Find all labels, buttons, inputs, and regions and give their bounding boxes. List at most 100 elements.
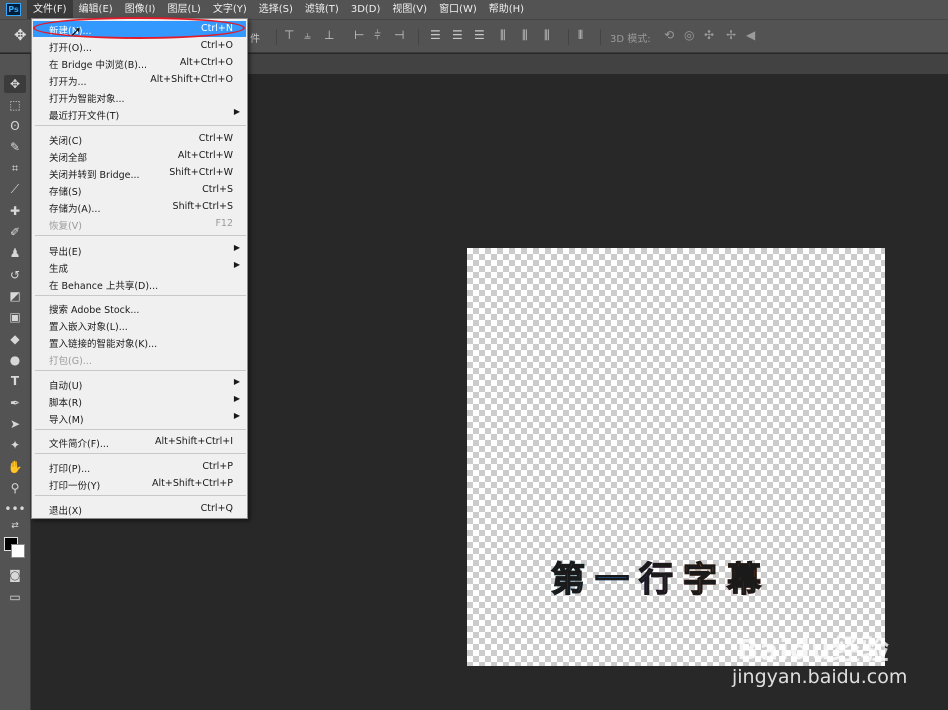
divider xyxy=(418,29,419,45)
menu-item-open-smart-object[interactable]: 打开为智能对象... xyxy=(33,89,246,105)
history-brush-icon[interactable]: ↺ xyxy=(4,266,26,284)
menu-item-revert: 恢复(V) F12 xyxy=(49,218,233,232)
crop-icon[interactable]: ⌗ xyxy=(4,159,26,177)
slide-3d-icon[interactable]: ✢ xyxy=(726,28,736,42)
menu-item-close-all[interactable]: 关闭全部 Alt+Ctrl+W xyxy=(33,148,246,164)
submenu-arrow-icon: ▶ xyxy=(233,243,240,252)
distribute-hcenter-icon[interactable]: ⫼ xyxy=(522,28,528,43)
menu-separator xyxy=(35,370,246,371)
marquee-icon[interactable]: ⬚ xyxy=(4,96,26,114)
menu-item-recent-files[interactable]: 最近打开文件(T) ▶ xyxy=(33,106,246,122)
menu-item-print-one-copy[interactable]: 打印一份(Y) Alt+Shift+Ctrl+P xyxy=(33,476,246,492)
roll-3d-icon[interactable]: ◎ xyxy=(684,28,694,42)
align-vcenter-icon[interactable]: ⫨ xyxy=(304,28,311,43)
menu-item-export[interactable]: 导出(E) ▶ xyxy=(33,242,246,258)
menu-item-import[interactable]: 导入(M) ▶ xyxy=(33,410,246,426)
subtitle-char: 一 xyxy=(594,552,629,601)
menu-item-close[interactable]: 关闭(C) Ctrl+W xyxy=(33,131,246,147)
menu-item-search-adobe-stock[interactable]: 搜索 Adobe Stock... xyxy=(33,300,246,316)
distribute-right-icon[interactable]: ⫼ xyxy=(544,28,550,43)
menu-help[interactable]: 帮助(H) xyxy=(483,0,530,19)
menu-item-place-embedded[interactable]: 置入嵌入对象(L)... xyxy=(33,317,246,333)
document-canvas[interactable]: 第 一 行 字 幕 xyxy=(467,248,885,666)
align-hcenter-icon[interactable]: ⫩ xyxy=(374,28,381,43)
menu-filter[interactable]: 滤镜(T) xyxy=(299,0,345,19)
subtitle-char: 幕 xyxy=(726,552,761,601)
blur-icon[interactable]: ◆ xyxy=(4,330,26,348)
menu-window[interactable]: 窗口(W) xyxy=(433,0,483,19)
distribute-bottom-icon[interactable]: ☰ xyxy=(474,28,485,42)
clone-stamp-icon[interactable]: ♟ xyxy=(4,244,26,262)
swap-colors-icon[interactable]: ⇄ xyxy=(4,519,26,533)
pen-icon[interactable]: ✒ xyxy=(4,394,26,412)
orbit-3d-icon[interactable]: ⟲ xyxy=(664,28,674,42)
distribute-left-icon[interactable]: ⫼ xyxy=(500,28,506,43)
distribute-vcenter-icon[interactable]: ☰ xyxy=(452,28,463,42)
menu-item-save[interactable]: 存储(S) Ctrl+S xyxy=(33,182,246,198)
background-color-swatch[interactable] xyxy=(11,544,25,558)
zoom-icon[interactable]: ⚲ xyxy=(4,479,26,497)
auto-align-icon[interactable]: ⫴ xyxy=(578,28,583,43)
type-icon[interactable]: T xyxy=(4,372,26,390)
menu-item-share-behance[interactable]: 在 Behance 上共享(D)... xyxy=(33,276,246,292)
menu-item-automate[interactable]: 自动(U) ▶ xyxy=(33,376,246,392)
brush-icon[interactable]: ✐ xyxy=(4,223,26,241)
menu-item-generate[interactable]: 生成 ▶ xyxy=(33,259,246,275)
path-select-icon[interactable]: ➤ xyxy=(4,415,26,433)
menu-item-save-as[interactable]: 存储为(A)... Shift+Ctrl+S xyxy=(33,199,246,215)
menu-item-package: 打包(G)... xyxy=(49,356,92,367)
menu-separator xyxy=(35,429,246,430)
quick-mask-icon[interactable]: ◙ xyxy=(4,566,26,584)
align-left-icon[interactable]: ⊢ xyxy=(354,28,364,42)
gradient-icon[interactable]: ▣ xyxy=(4,308,26,326)
dodge-icon[interactable]: ● xyxy=(4,351,26,369)
menu-3d[interactable]: 3D(D) xyxy=(345,0,387,19)
scale-3d-icon[interactable]: ◀ xyxy=(746,28,755,42)
menu-file[interactable]: 文件(F) xyxy=(27,0,73,19)
file-menu-dropdown: 新建(N)... Ctrl+N 打开(O)... Ctrl+O 在 Bridge 中… xyxy=(31,18,248,519)
menu-separator xyxy=(35,125,246,126)
menu-select[interactable]: 选择(S) xyxy=(253,0,299,19)
menu-item-close-go-bridge[interactable]: 关闭并转到 Bridge... Shift+Ctrl+W xyxy=(33,165,246,181)
menu-separator xyxy=(35,495,246,496)
move-tool-icon[interactable]: ✥ xyxy=(14,26,27,44)
hand-icon[interactable]: ✋ xyxy=(4,458,26,476)
pan-3d-icon[interactable]: ✣ xyxy=(704,28,714,42)
more-tools-icon[interactable]: ••• xyxy=(4,500,26,518)
move-icon[interactable]: ✥ xyxy=(4,75,26,93)
baidu-watermark-url: jingyan.baidu.com xyxy=(732,666,908,688)
menu-item-browse-bridge[interactable]: 在 Bridge 中浏览(B)... Alt+Ctrl+O xyxy=(33,55,246,71)
align-top-icon[interactable]: ⊤ xyxy=(284,28,294,42)
menu-separator xyxy=(35,235,246,236)
subtitle-char: 字 xyxy=(682,552,717,601)
screen-mode-icon[interactable]: ▭ xyxy=(4,588,26,606)
menu-item-print[interactable]: 打印(P)... Ctrl+P xyxy=(33,459,246,475)
menu-separator xyxy=(35,453,246,454)
menu-item-open[interactable]: 打开(O)... Ctrl+O xyxy=(33,38,246,54)
align-bottom-icon[interactable]: ⊥ xyxy=(324,28,334,42)
menu-separator xyxy=(35,295,246,296)
mouse-cursor-icon: ➚ xyxy=(70,24,82,40)
quick-select-icon[interactable]: ✎ xyxy=(4,138,26,156)
menu-item-scripts[interactable]: 脚本(R) ▶ xyxy=(33,393,246,409)
eyedropper-icon[interactable]: ⟋ xyxy=(4,180,26,198)
divider xyxy=(276,29,277,45)
menu-item-exit[interactable]: 退出(X) Ctrl+Q xyxy=(33,501,246,517)
menu-layer[interactable]: 图层(L) xyxy=(161,0,206,19)
baidu-watermark-logo: Baidu经验 xyxy=(737,633,890,666)
menu-edit[interactable]: 编辑(E) xyxy=(73,0,119,19)
menu-item-place-linked[interactable]: 置入链接的智能对象(K)... xyxy=(33,334,246,350)
lasso-icon[interactable]: ʘ xyxy=(4,117,26,135)
shape-icon[interactable]: ✦ xyxy=(4,436,26,454)
menu-type[interactable]: 文字(Y) xyxy=(207,0,253,19)
menu-item-open-as[interactable]: 打开为... Alt+Shift+Ctrl+O xyxy=(33,72,246,88)
divider xyxy=(600,29,601,45)
menu-item-file-info[interactable]: 文件简介(F)... Alt+Shift+Ctrl+I xyxy=(33,434,246,450)
menu-view[interactable]: 视图(V) xyxy=(386,0,433,19)
eraser-icon[interactable]: ◩ xyxy=(4,287,26,305)
healing-brush-icon[interactable]: ✚ xyxy=(4,202,26,220)
align-right-icon[interactable]: ⊣ xyxy=(394,28,404,42)
submenu-arrow-icon: ▶ xyxy=(233,377,240,386)
submenu-arrow-icon: ▶ xyxy=(233,107,240,116)
distribute-top-icon[interactable]: ☰ xyxy=(430,28,441,42)
